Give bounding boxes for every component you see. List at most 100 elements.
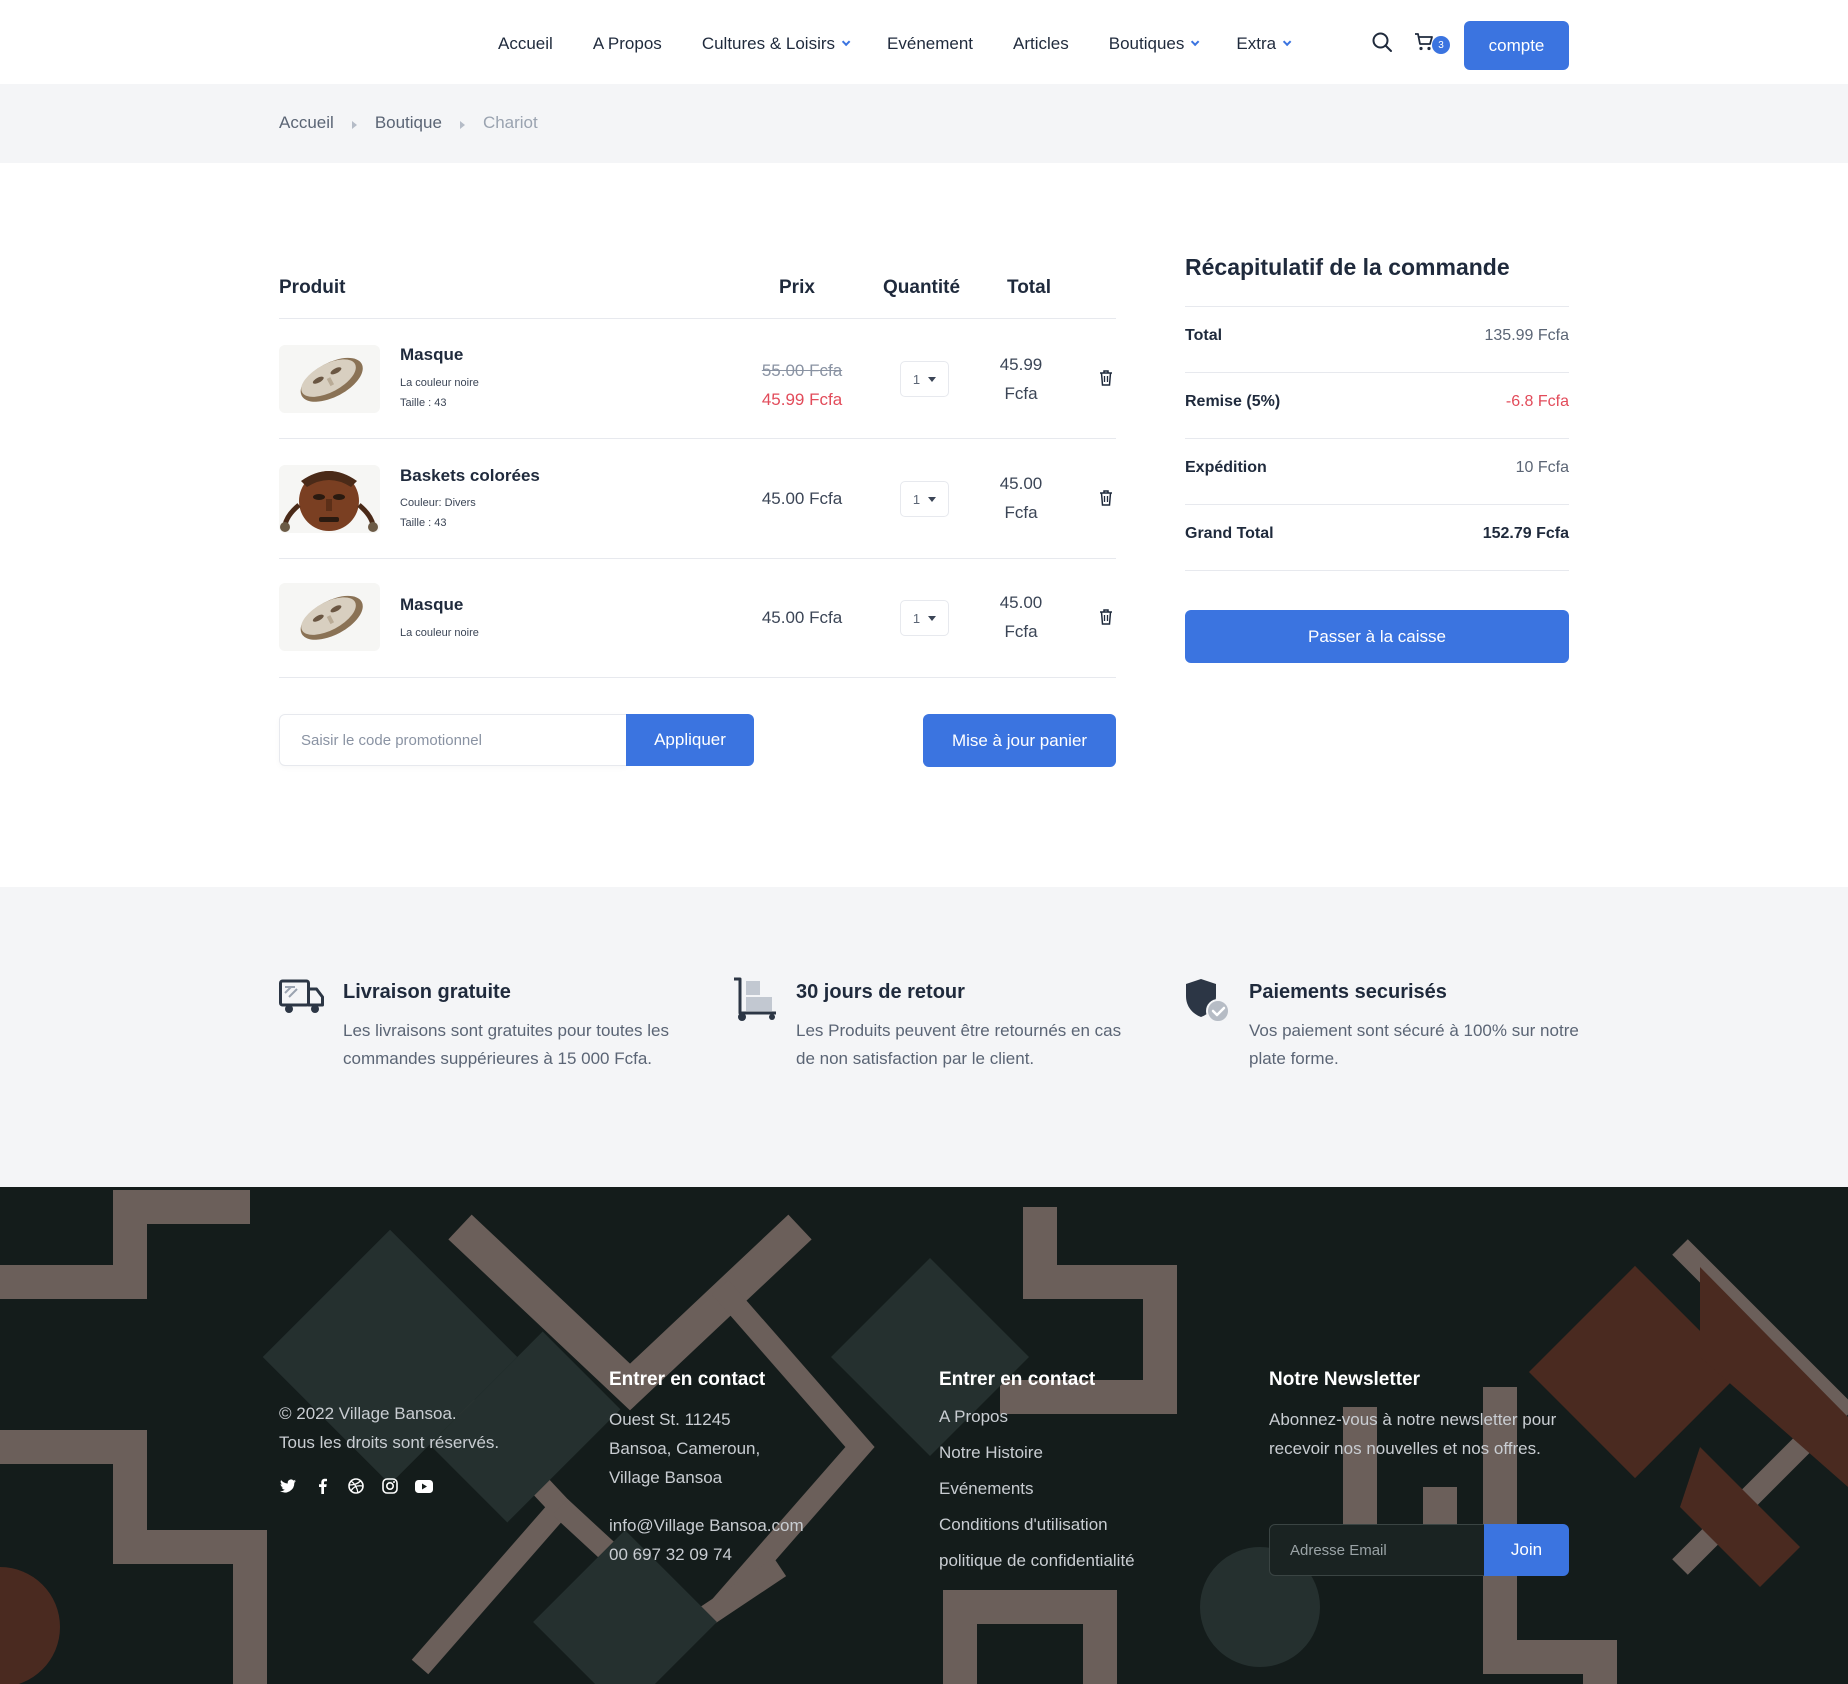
nav-item-evenement[interactable]: Evénement <box>887 34 973 54</box>
update-cart-button[interactable]: Mise à jour panier <box>923 714 1116 767</box>
line-total: 45.00 Fcfa <box>991 588 1051 646</box>
instagram-icon[interactable] <box>381 1477 399 1495</box>
summary-row-grand-total: Grand Total 152.79 Fcfa <box>1185 505 1569 571</box>
product-name[interactable]: Baskets colorées <box>400 466 540 486</box>
footer-link-notre-histoire[interactable]: Notre Histoire <box>939 1435 1135 1471</box>
product-price: 45.99 Fcfa <box>761 390 843 409</box>
nav-item-a-propos[interactable]: A Propos <box>593 34 662 54</box>
apply-promo-button[interactable]: Appliquer <box>626 714 754 766</box>
order-summary: Récapitulatif de la commande Total 135.9… <box>1185 248 1569 571</box>
line-total-amount: 45.00 <box>999 593 1043 612</box>
product-color: La couleur noire <box>400 627 479 639</box>
site-footer: © 2022 Village Bansoa. Tous les droits s… <box>0 1187 1848 1684</box>
product-name[interactable]: Masque <box>400 595 463 615</box>
nav-label: A Propos <box>592 34 662 53</box>
product-name[interactable]: Masque <box>400 345 463 365</box>
newsletter-text: Abonnez-vous à notre newsletter pour rec… <box>1269 1410 1557 1458</box>
quantity-select[interactable]: 1 <box>900 361 949 397</box>
breadcrumb-bar: Accueil Boutique Chariot <box>0 84 1848 163</box>
breadcrumb: Accueil Boutique Chariot <box>279 113 538 133</box>
quantity-select[interactable]: 1 <box>900 481 949 517</box>
breadcrumb-item-boutique[interactable]: Boutique <box>375 113 442 133</box>
nav-item-articles[interactable]: Articles <box>1013 34 1069 54</box>
breadcrumb-current: Chariot <box>482 113 538 132</box>
cart-button[interactable]: 3 <box>1412 30 1450 54</box>
shield-check-icon <box>1185 977 1231 1023</box>
cart-table: Produit Prix Quantité Total Masque La co… <box>279 262 1116 678</box>
trash-icon[interactable] <box>1099 370 1115 388</box>
quantity-select[interactable]: 1 <box>900 600 949 636</box>
footer-link-confidentialite[interactable]: politique de confidentialité <box>939 1543 1135 1579</box>
summary-value: -6.8 Fcfa <box>1505 393 1569 410</box>
quantity-value: 1 <box>912 610 921 626</box>
social-links <box>279 1477 449 1495</box>
product-image-white-mask[interactable] <box>279 583 380 651</box>
feature-title: 30 jours de retour <box>796 981 965 1003</box>
quantity-value: 1 <box>912 371 921 387</box>
feature-text: Vos paiement sont sécuré à 100% sur notr… <box>1249 1021 1579 1068</box>
youtube-icon[interactable] <box>415 1477 433 1495</box>
summary-row-discount: Remise (5%) -6.8 Fcfa <box>1185 373 1569 439</box>
nav-label: Boutiques <box>1108 34 1185 53</box>
footer-link-conditions[interactable]: Conditions d'utilisation <box>939 1507 1135 1543</box>
line-total-currency: Fcfa <box>1004 384 1038 403</box>
product-color: La couleur noire <box>400 377 479 389</box>
trash-icon[interactable] <box>1099 609 1115 627</box>
newsletter-email-input[interactable] <box>1269 1524 1485 1576</box>
search-icon[interactable] <box>1370 30 1394 54</box>
dribbble-icon[interactable] <box>347 1477 365 1495</box>
product-price: 45.00 Fcfa <box>761 489 843 508</box>
chevron-down-icon <box>841 37 851 47</box>
quantity-value: 1 <box>912 491 921 507</box>
caret-down-icon <box>928 376 937 382</box>
product-size: Taille : 43 <box>400 397 447 409</box>
nav-item-boutiques[interactable]: Boutiques <box>1108 34 1200 54</box>
trash-icon[interactable] <box>1099 490 1115 508</box>
breadcrumb-item-accueil[interactable]: Accueil <box>279 113 334 133</box>
header-price: Prix <box>779 277 815 298</box>
cart-count-badge: 3 <box>1432 36 1450 54</box>
nav-item-accueil[interactable]: Accueil <box>498 34 553 54</box>
line-total-amount: 45.00 <box>999 474 1043 493</box>
cart-row: Masque La couleur noire 45.00 Fcfa 1 45.… <box>279 559 1116 678</box>
footer-links-list: A Propos Notre Histoire Evénements Condi… <box>939 1399 1135 1579</box>
nav-item-cultures-loisirs[interactable]: Cultures & Loisirs <box>701 34 851 54</box>
features-section: Livraison gratuite Les livraisons sont g… <box>0 887 1848 1187</box>
line-total: 45.00 Fcfa <box>991 469 1051 527</box>
checkout-button[interactable]: Passer à la caisse <box>1185 610 1569 663</box>
summary-label: Expédition <box>1185 459 1267 476</box>
footer-contact-title: Entrer en contact <box>609 1369 766 1390</box>
summary-label: Grand Total <box>1185 525 1274 542</box>
hand-truck-icon <box>732 977 778 1023</box>
product-color: Couleur: Divers <box>400 497 476 509</box>
site-header: Accueil A Propos Cultures & Loisirs Evén… <box>0 0 1848 84</box>
footer-phone[interactable]: 00 697 32 09 74 <box>609 1540 804 1569</box>
summary-value: 152.79 Fcfa <box>1482 525 1569 542</box>
footer-email[interactable]: info@Village Bansoa.com <box>609 1511 804 1540</box>
copyright-line: © 2022 Village Bansoa. <box>279 1404 457 1423</box>
facebook-icon[interactable] <box>313 1477 331 1495</box>
footer-links-column: Entrer en contact A Propos Notre Histoir… <box>939 1369 1135 1579</box>
footer-background-pattern <box>0 1190 1848 1684</box>
newsletter-title: Notre Newsletter <box>1269 1369 1420 1390</box>
footer-address-line: Village Bansoa <box>609 1468 723 1487</box>
summary-label: Total <box>1185 327 1223 344</box>
product-image-brown-mask[interactable] <box>279 465 380 533</box>
header-product: Produit <box>279 277 346 298</box>
summary-value: 10 Fcfa <box>1515 459 1569 476</box>
promo-code-input[interactable] <box>279 714 627 766</box>
newsletter-join-button[interactable]: Join <box>1484 1524 1569 1576</box>
account-button[interactable]: compte <box>1464 21 1569 70</box>
nav-label: Cultures & Loisirs <box>701 34 836 53</box>
feature-title: Paiements securisés <box>1249 981 1447 1003</box>
footer-link-a-propos[interactable]: A Propos <box>939 1399 1135 1435</box>
product-price: 45.00 Fcfa <box>761 608 843 627</box>
footer-link-evenements[interactable]: Evénements <box>939 1471 1135 1507</box>
twitter-icon[interactable] <box>279 1477 297 1495</box>
feature-title: Livraison gratuite <box>343 981 511 1003</box>
caret-down-icon <box>928 615 937 621</box>
breadcrumb-separator-icon <box>351 120 357 129</box>
product-image-white-mask[interactable] <box>279 345 380 413</box>
footer-contact-column: Entrer en contact Ouest St. 11245 Bansoa… <box>609 1369 804 1569</box>
nav-item-extra[interactable]: Extra <box>1236 34 1292 54</box>
